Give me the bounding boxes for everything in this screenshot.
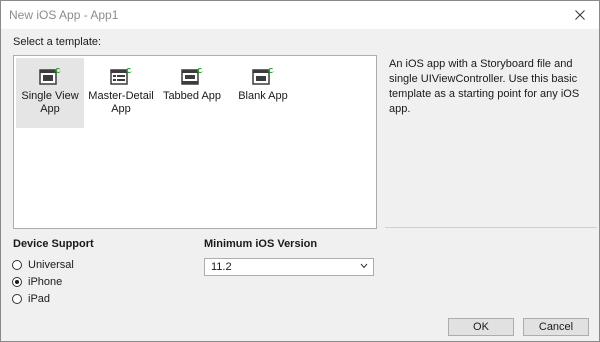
template-tabbed-app[interactable]: C# Tabbed App xyxy=(158,58,226,128)
radio-universal[interactable]: Universal xyxy=(12,258,74,272)
radio-iphone[interactable]: iPhone xyxy=(12,275,62,289)
description-divider xyxy=(385,227,597,228)
radio-label: iPhone xyxy=(28,276,63,288)
select-template-label: Select a template: xyxy=(13,36,102,48)
radio-button[interactable] xyxy=(12,260,22,270)
ok-button[interactable]: OK xyxy=(448,318,514,336)
window-title: New iOS App - App1 xyxy=(9,8,119,22)
template-list: C# Single View App C# Master-Detail App xyxy=(13,55,377,229)
template-single-view-app[interactable]: C# Single View App xyxy=(16,58,84,128)
svg-text:C#: C# xyxy=(197,67,203,75)
radio-ipad[interactable]: iPad xyxy=(12,292,50,306)
new-ios-app-dialog: New iOS App - App1 Select a template: C#… xyxy=(0,0,600,342)
radio-button[interactable] xyxy=(12,277,22,287)
title-bar: New iOS App - App1 xyxy=(1,1,599,29)
radio-button[interactable] xyxy=(12,294,22,304)
template-label: Tabbed App xyxy=(162,90,222,102)
template-description: An iOS app with a Storyboard file and si… xyxy=(389,58,580,115)
cancel-button[interactable]: Cancel xyxy=(523,318,589,336)
close-icon xyxy=(575,10,585,20)
minimum-ios-version-select[interactable]: 11.2 xyxy=(204,258,374,276)
selected-version: 11.2 xyxy=(211,261,232,273)
svg-text:C#: C# xyxy=(126,67,132,75)
radio-label: Universal xyxy=(28,259,74,271)
device-support-label: Device Support xyxy=(13,238,94,250)
blank-template-icon: C# xyxy=(252,67,274,85)
close-button[interactable] xyxy=(565,3,595,27)
svg-text:C#: C# xyxy=(268,67,274,75)
template-label: Master-Detail App xyxy=(88,90,154,115)
minimum-ios-version-label: Minimum iOS Version xyxy=(204,238,318,250)
template-label: Single View App xyxy=(21,90,79,115)
template-label: Blank App xyxy=(238,90,288,102)
template-blank-app[interactable]: C# Blank App xyxy=(229,58,297,128)
template-master-detail-app[interactable]: C# Master-Detail App xyxy=(87,58,155,128)
tabbed-template-icon: C# xyxy=(181,67,203,85)
radio-label: iPad xyxy=(28,293,51,305)
chevron-down-icon xyxy=(360,263,368,269)
svg-text:C#: C# xyxy=(55,67,61,75)
master-detail-template-icon: C# xyxy=(110,67,132,85)
single-view-template-icon: C# xyxy=(39,67,61,85)
